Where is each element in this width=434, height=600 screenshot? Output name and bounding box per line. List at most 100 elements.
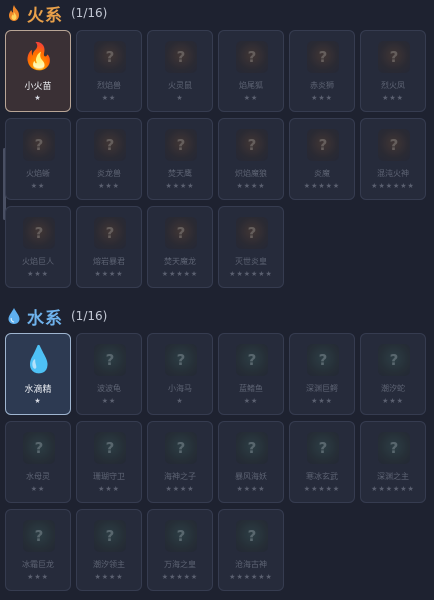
star-rating: ★ [176,397,184,405]
fire-icon [6,4,22,22]
star-rating: ★★★★★ [303,182,341,190]
fire-creature-card[interactable]: ? 混沌火神 ★★★★★★ [360,118,426,200]
locked-creature-silhouette-icon: ? [94,129,126,161]
fire-creature-card[interactable]: ? 焚天鹰 ★★★★ [147,118,213,200]
water-section-title: 水系 [27,308,63,329]
water-creature-card[interactable]: ? 暴风海妖 ★★★★ [218,421,284,503]
fire-section-count: (1/16) [71,6,108,20]
star-rating: ★★★★ [236,182,266,190]
water-creature-card[interactable]: ? 珊瑚守卫 ★★★ [76,421,142,503]
creature-name: 烈焰兽 [97,81,121,90]
creature-name: 海神之子 [164,472,196,481]
star-rating: ★★★ [311,397,333,405]
creature-name: 冰霜巨龙 [22,560,54,569]
water-creature-card[interactable]: ? 万海之皇 ★★★★★ [147,509,213,591]
fire-creature-card[interactable]: ? 焚天魔龙 ★★★★★ [147,206,213,288]
creature-name: 寒冰玄武 [306,472,338,481]
star-rating: ★ [34,94,42,102]
locked-creature-silhouette-icon: ? [94,520,126,552]
locked-creature-silhouette-icon: ? [165,520,197,552]
star-rating: ★★★ [311,94,333,102]
star-rating: ★★ [30,485,46,493]
locked-creature-silhouette-icon: ? [94,41,126,73]
fire-creature-card[interactable]: ? 火焰巨人 ★★★ [5,206,71,288]
star-rating: ★★★★★ [161,270,199,278]
water-creature-card[interactable]: ? 冰霜巨龙 ★★★ [5,509,71,591]
creature-name: 水母灵 [26,472,50,481]
creature-name: 焰尾狐 [239,81,263,90]
star-rating: ★★★★★ [303,485,341,493]
creature-name: 暴风海妖 [235,472,267,481]
star-rating: ★★ [243,94,259,102]
creature-name: 水滴精 [24,385,52,395]
creature-name: 炽焰魔狼 [235,169,267,178]
fire-creature-card[interactable]: ? 烈火凤 ★★★ [360,30,426,112]
water-creature-card[interactable]: ? 海神之子 ★★★★ [147,421,213,503]
fire-creature-card[interactable]: ? 炎龙兽 ★★★ [76,118,142,200]
fire-creature-card[interactable]: ? 灭世炎皇 ★★★★★★ [218,206,284,288]
locked-creature-silhouette-icon: ? [307,41,339,73]
creature-name: 混沌火神 [377,169,409,178]
fire-creature-card[interactable]: ? 熔岩暴君 ★★★★ [76,206,142,288]
fire-creature-card[interactable]: ? 炎魔 ★★★★★ [289,118,355,200]
locked-creature-silhouette-icon: ? [236,520,268,552]
locked-creature-silhouette-icon: ? [94,344,126,376]
star-rating: ★★ [30,182,46,190]
creature-name: 潮汐领主 [93,560,125,569]
fire-creature-card[interactable]: ? 炽焰魔狼 ★★★★ [218,118,284,200]
fire-creature-card[interactable]: ? 火灵鼠 ★ [147,30,213,112]
star-rating: ★★★★★★ [371,182,415,190]
water-creature-card[interactable]: ? 深渊巨鳄 ★★★ [289,333,355,415]
creature-name: 赤炎狮 [310,81,334,90]
locked-creature-silhouette-icon: ? [307,432,339,464]
locked-creature-silhouette-icon: ? [165,129,197,161]
creature-name: 炎龙兽 [97,169,121,178]
water-section-count: (1/16) [71,309,108,323]
fire-creature-card[interactable]: ? 焰尾狐 ★★ [218,30,284,112]
locked-creature-silhouette-icon: ? [165,344,197,376]
water-creature-card[interactable]: ? 沧海古神 ★★★★★★ [218,509,284,591]
star-rating: ★★ [243,397,259,405]
star-rating: ★★★★ [165,485,195,493]
flame-creature-icon: 🔥 [22,42,56,72]
creature-name: 烈火凤 [381,81,405,90]
water-creature-card[interactable]: ? 波波龟 ★★ [76,333,142,415]
water-creature-card[interactable]: ? 潮汐蛇 ★★★ [360,333,426,415]
fire-creature-card[interactable]: ? 火焰蜥 ★★ [5,118,71,200]
water-creature-card[interactable]: ? 蓝鳍鱼 ★★ [218,333,284,415]
star-rating: ★★★ [382,397,404,405]
creature-name: 万海之皇 [164,560,196,569]
locked-creature-silhouette-icon: ? [378,344,410,376]
star-rating: ★★★★ [94,573,124,581]
star-rating: ★★★★★★ [371,485,415,493]
locked-creature-silhouette-icon: ? [307,344,339,376]
creature-name: 火焰蜥 [26,169,50,178]
locked-creature-silhouette-icon: ? [165,41,197,73]
star-rating: ★★★★ [94,270,124,278]
water-creature-card[interactable]: 💧 水滴精 ★ [5,333,71,415]
locked-creature-silhouette-icon: ? [307,129,339,161]
fire-creature-card[interactable]: 🔥 小火苗 ★ [5,30,71,112]
locked-creature-silhouette-icon: ? [378,432,410,464]
creature-name: 熔岩暴君 [93,257,125,266]
water-creature-card[interactable]: ? 潮汐领主 ★★★★ [76,509,142,591]
creature-name: 沧海古神 [235,560,267,569]
creature-name: 珊瑚守卫 [93,472,125,481]
creature-name: 炎魔 [314,169,330,178]
locked-creature-silhouette-icon: ? [94,432,126,464]
locked-creature-silhouette-icon: ? [165,217,197,249]
star-rating: ★★★★★★ [229,573,273,581]
locked-creature-silhouette-icon: ? [23,217,55,249]
locked-creature-silhouette-icon: ? [236,129,268,161]
fire-creature-card[interactable]: ? 烈焰兽 ★★ [76,30,142,112]
water-creature-card[interactable]: ? 水母灵 ★★ [5,421,71,503]
creature-name: 小海马 [168,384,192,393]
water-creature-card[interactable]: ? 寒冰玄武 ★★★★★ [289,421,355,503]
water-creature-card[interactable]: ? 深渊之主 ★★★★★★ [360,421,426,503]
water-section-header: 水系 (1/16) [6,305,108,329]
creature-name: 深渊之主 [377,472,409,481]
fire-creature-card[interactable]: ? 赤炎狮 ★★★ [289,30,355,112]
creature-name: 焚天魔龙 [164,257,196,266]
fire-section-title: 火系 [27,5,63,26]
water-creature-card[interactable]: ? 小海马 ★ [147,333,213,415]
